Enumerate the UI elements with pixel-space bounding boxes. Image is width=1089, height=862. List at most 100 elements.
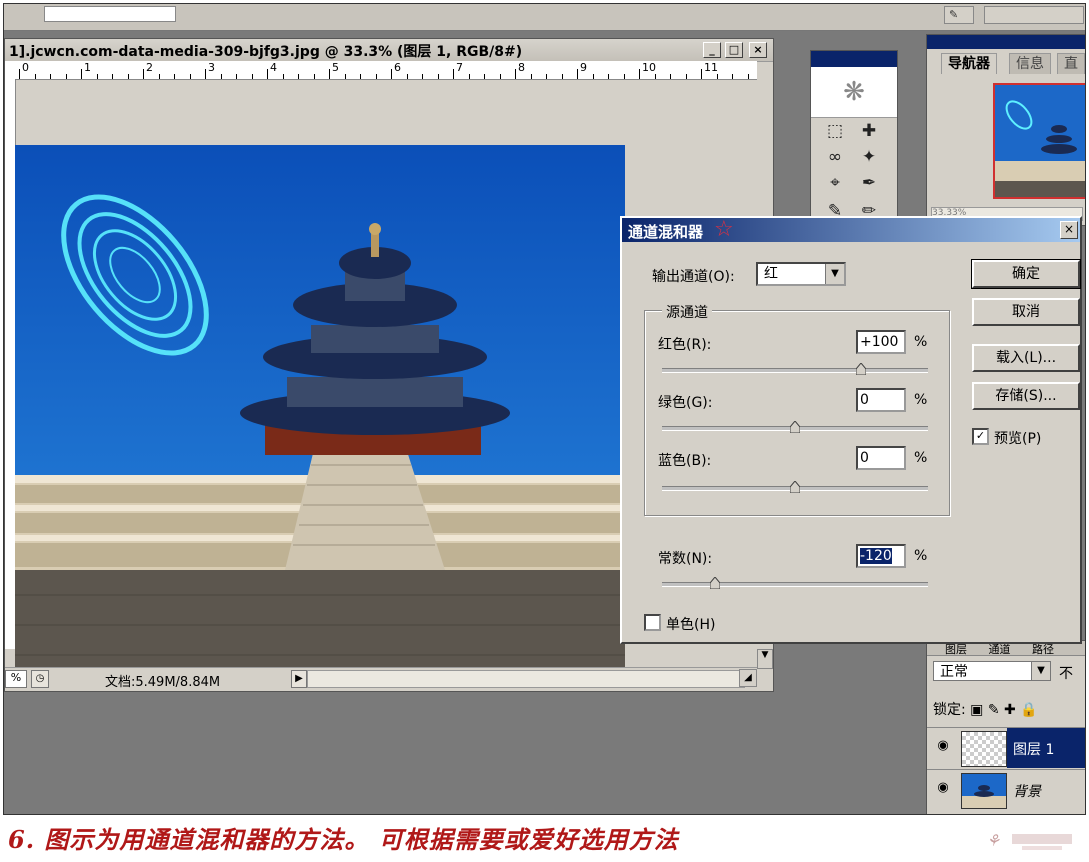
eye-icon[interactable]: ◉ [933, 738, 953, 756]
ruler-label: 9 [580, 61, 587, 74]
ruler-tick [267, 69, 268, 79]
red-slider-track[interactable] [662, 368, 928, 373]
lock-transparency-icon[interactable]: ▣ [970, 702, 983, 718]
palette-well[interactable] [984, 6, 1084, 24]
ruler-label: 10 [642, 61, 656, 74]
ruler-tick [639, 69, 640, 79]
red-slider-thumb[interactable] [856, 363, 866, 375]
ruler-label: 7 [456, 61, 463, 74]
output-channel-label: 输出通道(O): [652, 269, 735, 285]
status-icon[interactable]: ◷ [31, 670, 49, 688]
ruler-minor-tick [437, 74, 439, 79]
output-channel-select[interactable]: 红 ▼ [756, 262, 846, 286]
lock-brush-icon[interactable]: ✎ [988, 702, 1000, 718]
tab-layers[interactable]: 图层 [945, 643, 967, 656]
chevron-down-icon: ▼ [1031, 662, 1050, 680]
constant-value-input[interactable]: -120 [856, 544, 906, 568]
constant-slider-track[interactable] [662, 582, 928, 587]
output-channel-value: 红 [764, 266, 778, 282]
dialog-titlebar[interactable]: 通道混和器 ☆ × [622, 218, 1080, 242]
opacity-label: 不 [1059, 666, 1073, 682]
red-value-input[interactable]: +100 [856, 330, 906, 354]
ruler-label: 8 [518, 61, 525, 74]
zoom-field[interactable]: % [5, 670, 27, 688]
ruler-minor-tick [50, 74, 51, 79]
ruler-minor-tick [530, 74, 532, 79]
ruler-label: 0 [22, 61, 29, 74]
toolbox-titlebar[interactable] [811, 51, 897, 67]
cancel-button[interactable]: 取消 [972, 298, 1080, 326]
toolbox: ❋ ⬚ ✚ ∞ ✦ ⌖ ✒ ✎ ✏ [810, 50, 898, 232]
lasso-tool-icon[interactable]: ∞ [821, 145, 849, 169]
save-button[interactable]: 存储(S)... [972, 382, 1080, 410]
vertical-scroll-arrow[interactable]: ▼ [757, 649, 773, 669]
lock-move-icon[interactable]: ✚ [1004, 702, 1016, 718]
document-titlebar[interactable]: 1].jcwcn.com-data-media-309-bjfg3.jpg @ … [5, 39, 773, 62]
document-status-bar: % ◷ 文档:5.49M/8.84M ▶ [5, 667, 757, 690]
ruler-label: 5 [332, 61, 339, 74]
close-icon[interactable]: × [1060, 221, 1078, 239]
options-bar: ✎ [4, 4, 1085, 31]
ruler-minor-tick [592, 74, 594, 79]
ruler-minor-tick [174, 74, 175, 79]
ruler-tick [81, 69, 82, 79]
navigator-panel: 导航器 信息 直 33.33% [926, 34, 1085, 226]
navigator-thumbnail[interactable] [993, 83, 1085, 199]
ruler-minor-tick [561, 74, 563, 79]
status-menu-arrow[interactable]: ▶ [291, 670, 307, 688]
load-button[interactable]: 载入(L)... [972, 344, 1080, 372]
constant-slider-thumb[interactable] [710, 577, 720, 589]
ruler-minor-tick [468, 74, 470, 79]
blend-mode-select[interactable]: 正常 ▼ [933, 661, 1051, 681]
tab-paths[interactable]: 路径 [1032, 643, 1054, 656]
ruler-minor-tick [375, 74, 377, 79]
ruler-minor-tick [236, 74, 237, 79]
ruler-label: 6 [394, 61, 401, 74]
layer-row-background[interactable]: ◉ 背景 [927, 769, 1085, 810]
horizontal-scrollbar[interactable] [307, 670, 745, 688]
ruler-minor-tick [344, 74, 346, 79]
minimize-button[interactable]: _ [703, 42, 721, 58]
ruler-minor-tick [499, 74, 501, 79]
lock-all-icon[interactable]: 🔒 [1020, 702, 1037, 718]
ruler-minor-tick [484, 74, 485, 79]
close-button[interactable]: × [749, 42, 767, 58]
app-screen: ✎ 1].jcwcn.com-data-media-309-bjfg3.jpg … [3, 3, 1086, 815]
tab-channels[interactable]: 通道 [989, 643, 1011, 656]
tab-histogram[interactable]: 直 [1057, 53, 1085, 74]
move-tool-icon[interactable]: ✚ [855, 119, 883, 143]
image-canvas[interactable] [15, 145, 625, 689]
magic-wand-tool-icon[interactable]: ✦ [855, 145, 883, 169]
ruler-minor-tick [251, 74, 253, 79]
blue-value-input[interactable]: 0 [856, 446, 906, 470]
constant-value: -120 [860, 548, 892, 564]
layer-name: 背景 [1013, 784, 1041, 800]
chevron-down-icon: ▼ [825, 264, 844, 284]
crop-tool-icon[interactable]: ⌖ [821, 171, 849, 195]
ruler-minor-tick [298, 74, 299, 79]
ruler-tick [453, 69, 454, 79]
green-value-input[interactable]: 0 [856, 388, 906, 412]
ok-button[interactable]: 确定 [971, 259, 1081, 289]
navigator-titlebar[interactable] [927, 35, 1085, 49]
ruler-minor-tick [685, 74, 687, 79]
maximize-button[interactable]: □ [725, 42, 743, 58]
ruler-tick [701, 69, 702, 79]
slice-tool-icon[interactable]: ✒ [855, 171, 883, 195]
ruler-label: 1 [84, 61, 91, 74]
source-channels-legend: 源通道 [662, 302, 712, 322]
preview-checkbox[interactable]: ✓ [972, 428, 989, 445]
eye-icon[interactable]: ◉ [933, 780, 953, 798]
monochrome-checkbox[interactable] [644, 614, 661, 631]
lock-row: 锁定: ▣ ✎ ✚ 🔒 [933, 699, 1038, 719]
green-slider-thumb[interactable] [790, 421, 800, 433]
resize-grip[interactable]: ◢ [739, 669, 757, 687]
brushes-icon[interactable]: ✎ [944, 6, 974, 24]
tab-navigator[interactable]: 导航器 [941, 53, 997, 74]
options-field[interactable] [44, 6, 176, 22]
tab-info[interactable]: 信息 [1009, 53, 1051, 74]
blue-slider-thumb[interactable] [790, 481, 800, 493]
marquee-tool-icon[interactable]: ⬚ [821, 119, 849, 143]
layer-row-1[interactable]: ◉ 图层 1 [927, 727, 1085, 768]
ruler-minor-tick [158, 74, 160, 79]
